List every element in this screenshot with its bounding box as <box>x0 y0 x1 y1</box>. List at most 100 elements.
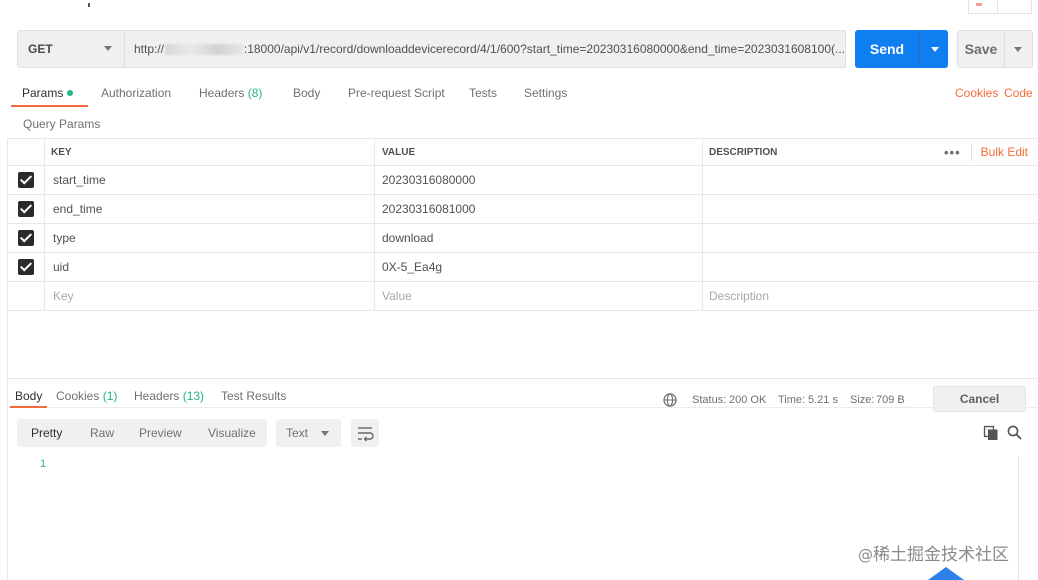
editor-scrollbar[interactable] <box>1018 457 1019 580</box>
param-value-cell[interactable]: 0X-5_Ea4g <box>374 253 702 281</box>
tab-pre-request-script[interactable]: Pre-request Script <box>348 86 445 100</box>
status-value[interactable]: 200 OK <box>729 394 766 406</box>
param-value-cell[interactable]: 20230316081000 <box>374 195 702 223</box>
row-checkbox[interactable] <box>8 224 44 252</box>
tab-headers-count: (8) <box>247 86 263 100</box>
param-value-cell[interactable]: 20230316080000 <box>374 166 702 194</box>
param-description-cell[interactable] <box>702 166 1038 194</box>
globe-icon[interactable] <box>663 393 677 407</box>
line-number: 1 <box>40 458 47 470</box>
checkbox-checked-icon[interactable] <box>18 172 34 188</box>
method-select[interactable]: GET <box>17 30 125 68</box>
response-tab-cookies-count: (1) <box>102 389 118 403</box>
response-tab-body[interactable]: Body <box>15 389 42 403</box>
params-active-dot <box>67 90 74 96</box>
size-label: Size: <box>850 394 875 406</box>
language-select-value: Text <box>286 426 309 440</box>
time-value[interactable]: 5.21 s <box>808 394 838 406</box>
format-raw[interactable]: Raw <box>90 426 114 440</box>
column-header-key: KEY <box>44 139 374 165</box>
url-input[interactable]: http:// :18000/api/v1/record/downloaddev… <box>125 30 846 68</box>
url-suffix: :18000/api/v1/record/downloaddevicerecor… <box>243 42 845 56</box>
response-tab-headers-label: Headers <box>134 389 180 403</box>
row-checkbox[interactable] <box>8 253 44 281</box>
param-key-cell[interactable]: start_time <box>44 166 374 194</box>
format-toggle-group: Pretty Raw Preview Visualize <box>17 419 267 447</box>
active-tab-indicator <box>11 105 88 107</box>
window-corner-controls[interactable] <box>968 0 1032 14</box>
new-value-input[interactable]: Value <box>374 282 702 310</box>
tab-params-label: Params <box>22 86 64 100</box>
format-pretty[interactable]: Pretty <box>31 426 62 440</box>
method-label: GET <box>28 42 53 56</box>
language-select[interactable]: Text <box>276 419 341 447</box>
copy-icon[interactable] <box>983 425 999 441</box>
save-label: Save <box>964 41 998 57</box>
param-key-cell[interactable]: uid <box>44 253 374 281</box>
tab-settings[interactable]: Settings <box>524 86 567 100</box>
send-button[interactable]: Send <box>855 30 948 68</box>
wrap-lines-button[interactable] <box>351 419 379 447</box>
window-indicator <box>976 3 982 6</box>
watermark-at: @ <box>858 546 873 564</box>
param-value-cell[interactable]: download <box>374 224 702 252</box>
status-label: Status: <box>692 394 727 406</box>
header-divider <box>971 145 972 161</box>
chevron-down-icon[interactable] <box>931 46 939 52</box>
param-description-cell[interactable] <box>702 253 1038 281</box>
search-icon[interactable] <box>1007 425 1022 440</box>
format-visualize[interactable]: Visualize <box>208 426 256 440</box>
wrap-lines-icon <box>358 427 374 442</box>
tab-headers-label: Headers <box>199 86 245 100</box>
tab-params[interactable]: Params <box>22 86 74 100</box>
panel-border <box>7 138 8 580</box>
cookies-link[interactable]: Cookies <box>955 86 998 100</box>
row-checkbox[interactable] <box>8 166 44 194</box>
response-tabs-border <box>8 407 1038 408</box>
row-checkbox[interactable] <box>8 195 44 223</box>
chevron-down-icon <box>321 431 329 436</box>
chevron-down-icon[interactable] <box>1014 46 1022 52</box>
send-divider <box>919 30 920 68</box>
active-response-tab-indicator <box>10 406 47 408</box>
code-link[interactable]: Code <box>1004 86 1033 100</box>
checkbox-checked-icon[interactable] <box>18 230 34 246</box>
new-description-input[interactable]: Description <box>702 282 1038 310</box>
bulk-edit-link[interactable]: Bulk Edit <box>981 139 1028 165</box>
table-row: uid 0X-5_Ea4g <box>8 253 1038 282</box>
table-row: end_time 20230316081000 <box>8 195 1038 224</box>
cancel-button[interactable]: Cancel <box>933 386 1026 412</box>
tab-authorization[interactable]: Authorization <box>101 86 171 100</box>
query-params-title: Query Params <box>23 117 101 131</box>
table-header-row: KEY VALUE DESCRIPTION ••• Bulk Edit <box>8 138 1038 166</box>
tab-tests[interactable]: Tests <box>469 86 497 100</box>
response-tab-test-results[interactable]: Test Results <box>221 389 286 403</box>
checkbox-checked-icon[interactable] <box>18 259 34 275</box>
response-tab-headers-count: (13) <box>182 389 205 403</box>
table-row: type download <box>8 224 1038 253</box>
param-key-cell[interactable]: type <box>44 224 374 252</box>
table-row-new: Key Value Description <box>8 282 1038 311</box>
redacted-host <box>165 43 243 55</box>
send-label: Send <box>869 41 905 57</box>
response-tab-cookies-label: Cookies <box>56 389 100 403</box>
response-tab-cookies[interactable]: Cookies (1) <box>56 389 117 403</box>
top-mark <box>88 3 90 7</box>
pane-divider[interactable] <box>8 378 1038 379</box>
params-table: KEY VALUE DESCRIPTION ••• Bulk Edit star… <box>8 138 1038 311</box>
param-description-cell[interactable] <box>702 195 1038 223</box>
format-preview[interactable]: Preview <box>139 426 182 440</box>
tab-body[interactable]: Body <box>293 86 320 100</box>
response-tab-headers[interactable]: Headers (13) <box>134 389 204 403</box>
param-description-cell[interactable] <box>702 224 1038 252</box>
tab-headers[interactable]: Headers (8) <box>199 86 262 100</box>
param-key-cell[interactable]: end_time <box>44 195 374 223</box>
size-value[interactable]: 709 B <box>876 394 905 406</box>
watermark-logo-icon <box>928 567 964 580</box>
save-button[interactable]: Save <box>957 30 1033 68</box>
checkbox-checked-icon[interactable] <box>18 201 34 217</box>
more-options-icon[interactable]: ••• <box>944 139 961 165</box>
table-row: start_time 20230316080000 <box>8 166 1038 195</box>
save-divider <box>1004 30 1005 68</box>
new-key-input[interactable]: Key <box>44 282 374 310</box>
